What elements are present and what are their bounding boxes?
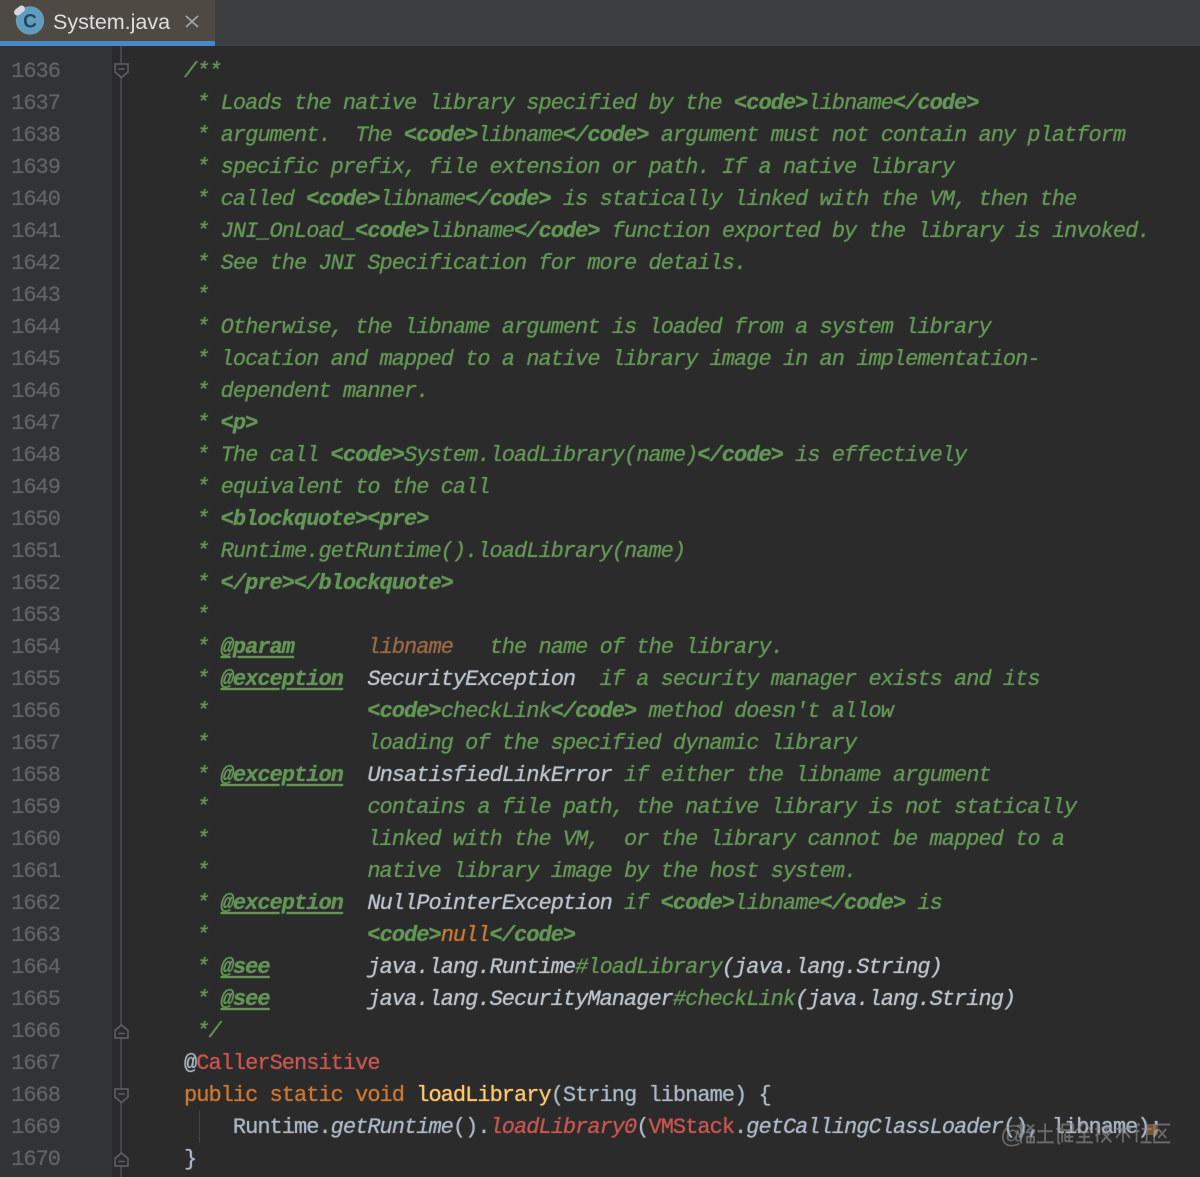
svg-text:C: C: [23, 12, 37, 33]
